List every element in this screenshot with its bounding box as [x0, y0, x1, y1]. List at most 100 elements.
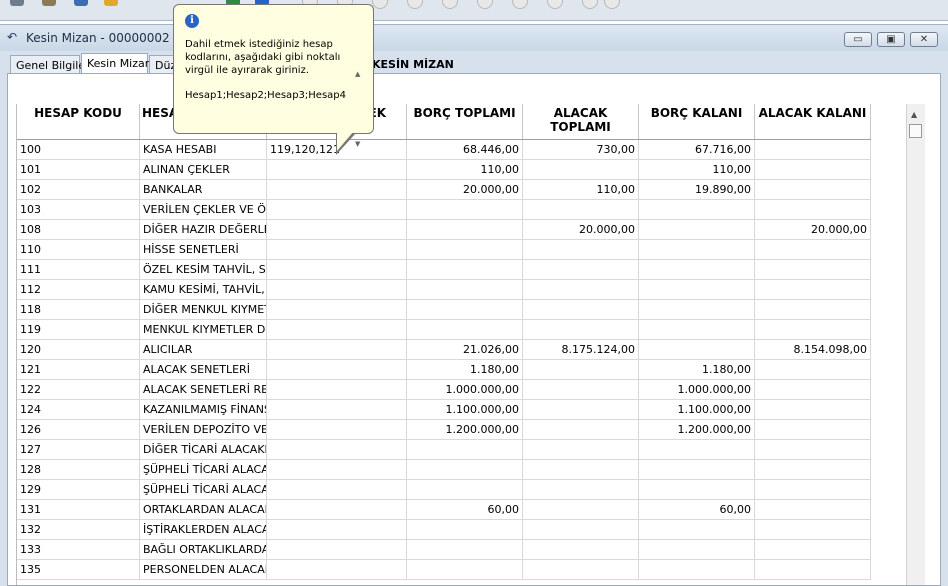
cell-ek[interactable]: [267, 360, 407, 379]
cell-hesap-adi[interactable]: KASA HESABI: [140, 140, 267, 159]
cell-alacak-toplami[interactable]: [523, 480, 639, 499]
cell-alacak-kalani[interactable]: [755, 500, 871, 519]
cell-ek[interactable]: [267, 240, 407, 259]
toolbar-circle-button[interactable]: [372, 0, 388, 9]
cell-hesap-adi[interactable]: ÖZEL KESİM TAHVİL, SENE: [140, 260, 267, 279]
table-row[interactable]: 121 ALACAK SENETLERİ 1.180,00 1.180,00: [17, 360, 871, 380]
table-row[interactable]: 112KAMU KESİMİ, TAHVİL, SE: [17, 280, 871, 300]
cell-ek[interactable]: [267, 520, 407, 539]
cell-ek[interactable]: [267, 260, 407, 279]
cell-alacak-toplami[interactable]: [523, 440, 639, 459]
cell-hesap-kodu[interactable]: 128: [17, 460, 140, 479]
cell-alacak-kalani[interactable]: [755, 420, 871, 439]
cell-hesap-kodu[interactable]: 120: [17, 340, 140, 359]
cell-alacak-kalani[interactable]: [755, 180, 871, 199]
toolbar-icon[interactable]: [42, 0, 56, 6]
cell-hesap-adi[interactable]: KAZANILMAMIŞ FİNANSAL: [140, 400, 267, 419]
cell-ek[interactable]: [267, 420, 407, 439]
cell-alacak-kalani[interactable]: [755, 320, 871, 339]
table-row[interactable]: 101 ALINAN ÇEKLER 110,00 110,00: [17, 160, 871, 180]
cell-borc-kalani[interactable]: [639, 240, 755, 259]
cell-hesap-adi[interactable]: İŞTİRAKLERDEN ALACAKL: [140, 520, 267, 539]
cell-borc-kalani[interactable]: 1.000.000,00: [639, 380, 755, 399]
toolbar-circle-button[interactable]: [477, 0, 493, 9]
scroll-thumb[interactable]: [909, 124, 922, 138]
cell-hesap-adi[interactable]: BANKALAR: [140, 180, 267, 199]
cell-alacak-toplami[interactable]: [523, 200, 639, 219]
cell-hesap-kodu[interactable]: 129: [17, 480, 140, 499]
cell-borc-kalani[interactable]: [639, 220, 755, 239]
cell-hesap-kodu[interactable]: 103: [17, 200, 140, 219]
cell-alacak-toplami[interactable]: [523, 540, 639, 559]
cell-alacak-toplami[interactable]: [523, 380, 639, 399]
cell-alacak-toplami[interactable]: [523, 160, 639, 179]
cell-ek[interactable]: [267, 200, 407, 219]
cell-borc-kalani[interactable]: 1.180,00: [639, 360, 755, 379]
cell-borc-kalani[interactable]: [639, 280, 755, 299]
table-row[interactable]: 132İŞTİRAKLERDEN ALACAKL: [17, 520, 871, 540]
cell-hesap-adi[interactable]: VERİLEN DEPOZİTO VE TE: [140, 420, 267, 439]
table-row[interactable]: 122ALACAK SENETLERİ REESK 1.000.000,00 1.0…: [17, 380, 871, 400]
cell-hesap-adi[interactable]: VERİLEN ÇEKLER VE ÖDEM: [140, 200, 267, 219]
cell-borc-kalani[interactable]: [639, 560, 755, 579]
cell-hesap-adi[interactable]: ORTAKLARDAN ALACAKLA: [140, 500, 267, 519]
tab-kesin-mizan[interactable]: Kesin Mizan: [81, 53, 152, 74]
cell-hesap-kodu[interactable]: 100: [17, 140, 140, 159]
cell-borc-kalani[interactable]: 1.200.000,00: [639, 420, 755, 439]
cell-borc-kalani[interactable]: 1.100.000,00: [639, 400, 755, 419]
cell-alacak-kalani[interactable]: [755, 360, 871, 379]
cell-alacak-toplami[interactable]: 20.000,00: [523, 220, 639, 239]
cell-ek[interactable]: [267, 160, 407, 179]
table-row[interactable]: 128ŞÜPHELİ TİCARİ ALACAKL: [17, 460, 871, 480]
cell-ek[interactable]: [267, 440, 407, 459]
cell-alacak-toplami[interactable]: [523, 520, 639, 539]
toolbar-icon[interactable]: [74, 0, 88, 6]
cell-alacak-kalani[interactable]: [755, 560, 871, 579]
cell-ek[interactable]: [267, 180, 407, 199]
cell-alacak-kalani[interactable]: [755, 400, 871, 419]
toolbar-circle-button[interactable]: [604, 0, 620, 9]
cell-hesap-kodu[interactable]: 126: [17, 420, 140, 439]
toolbar-icon[interactable]: [104, 0, 118, 6]
table-row[interactable]: 133BAĞLI ORTAKLIKLARDAN A: [17, 540, 871, 560]
cell-alacak-kalani[interactable]: 8.154.098,00: [755, 340, 871, 359]
cell-alacak-toplami[interactable]: [523, 320, 639, 339]
cell-alacak-toplami[interactable]: [523, 360, 639, 379]
cell-borc-toplami[interactable]: 1.100.000,00: [407, 400, 523, 419]
minimize-button[interactable]: ▭: [844, 32, 872, 47]
cell-alacak-kalani[interactable]: [755, 160, 871, 179]
window-titlebar[interactable]: ↶ Kesin Mizan - 00000002 ▭ ▣ ✕: [0, 25, 948, 51]
cell-hesap-adi[interactable]: DİĞER MENKUL KIYMETLEF: [140, 300, 267, 319]
cell-borc-toplami[interactable]: [407, 200, 523, 219]
cell-hesap-adi[interactable]: ALICILAR: [140, 340, 267, 359]
cell-borc-toplami[interactable]: [407, 540, 523, 559]
table-row[interactable]: 127DİĞER TİCARİ ALACAKLAF: [17, 440, 871, 460]
cell-ek[interactable]: [267, 480, 407, 499]
cell-hesap-kodu[interactable]: 111: [17, 260, 140, 279]
cell-borc-kalani[interactable]: 110,00: [639, 160, 755, 179]
cell-ek[interactable]: [267, 300, 407, 319]
cell-alacak-toplami[interactable]: [523, 400, 639, 419]
column-header-borc-toplami[interactable]: BORÇ TOPLAMI: [407, 104, 523, 139]
cell-borc-kalani[interactable]: [639, 320, 755, 339]
cell-ek[interactable]: [267, 220, 407, 239]
cell-borc-toplami[interactable]: [407, 220, 523, 239]
cell-ek[interactable]: [267, 320, 407, 339]
table-row[interactable]: 119MENKUL KIYMETLER DEĞE: [17, 320, 871, 340]
cell-hesap-adi[interactable]: DİĞER HAZIR DEĞERLER: [140, 220, 267, 239]
cell-alacak-toplami[interactable]: 110,00: [523, 180, 639, 199]
cell-alacak-kalani[interactable]: [755, 280, 871, 299]
cell-hesap-kodu[interactable]: 132: [17, 520, 140, 539]
cell-hesap-adi[interactable]: ŞÜPHELİ TİCARİ ALACAKL: [140, 480, 267, 499]
cell-hesap-adi[interactable]: DİĞER TİCARİ ALACAKLAF: [140, 440, 267, 459]
column-header-alacak-kalani[interactable]: ALACAK KALANI: [755, 104, 871, 139]
cell-hesap-kodu[interactable]: 122: [17, 380, 140, 399]
table-row[interactable]: 126VERİLEN DEPOZİTO VE TE 1.200.000,00 1.2…: [17, 420, 871, 440]
cell-borc-toplami[interactable]: [407, 300, 523, 319]
cell-borc-toplami[interactable]: [407, 280, 523, 299]
cell-ek[interactable]: [267, 340, 407, 359]
column-header-alacak-toplami[interactable]: ALACAK TOPLAMI: [523, 104, 639, 139]
cell-alacak-kalani[interactable]: [755, 520, 871, 539]
cell-alacak-toplami[interactable]: [523, 260, 639, 279]
cell-alacak-kalani[interactable]: [755, 460, 871, 479]
